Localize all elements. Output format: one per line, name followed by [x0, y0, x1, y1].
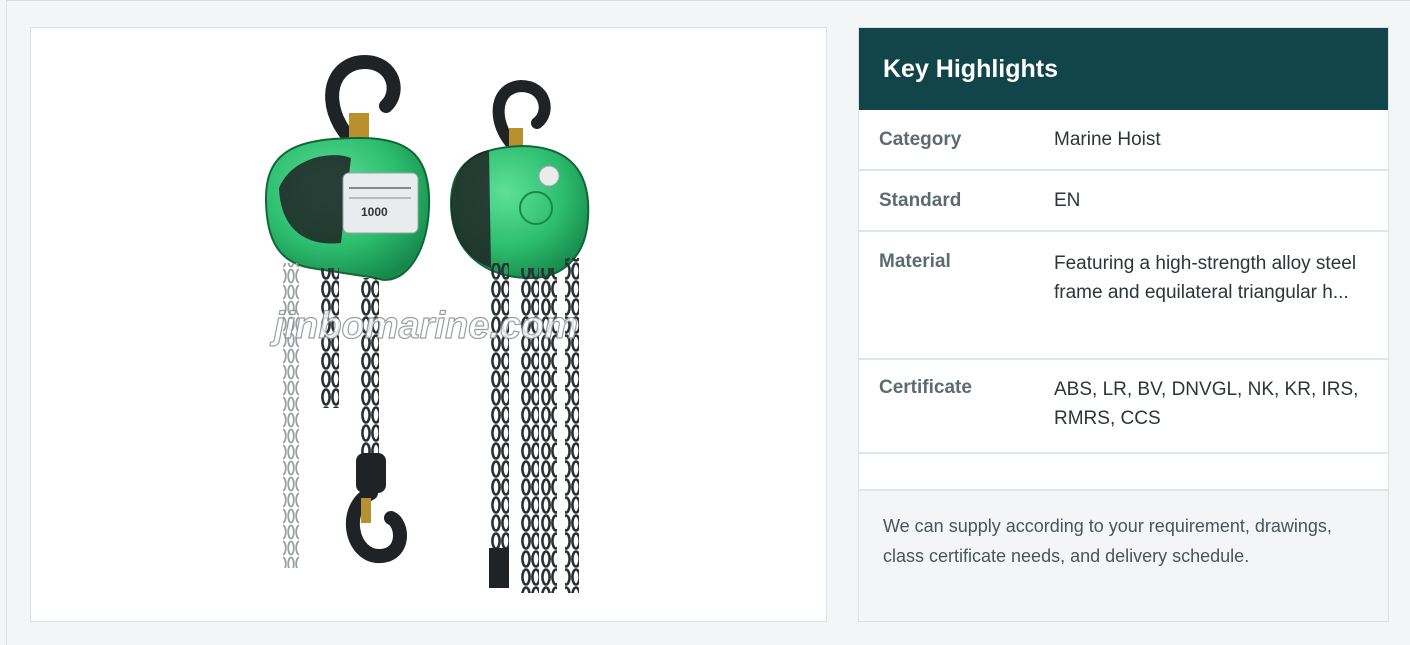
- highlight-row-certificate: Certificate ABS, LR, BV, DNVGL, NK, KR, …: [859, 360, 1388, 454]
- row-label: Certificate: [879, 377, 972, 398]
- chain-hoist-illustration: 1000 jinbomarine.com: [264, 55, 590, 593]
- row-label: Standard: [879, 189, 962, 211]
- highlight-row-category: Category Marine Hoist: [859, 110, 1388, 171]
- row-label: Material: [879, 251, 951, 272]
- row-value: Featuring a high-strength alloy steel fr…: [1054, 253, 1357, 303]
- highlight-row-standard: Standard EN: [859, 171, 1388, 232]
- row-value: EN: [1054, 190, 1081, 211]
- row-value: ABS, LR, BV, DNVGL, NK, KR, IRS, RMRS, C…: [1054, 379, 1359, 429]
- supply-note: We can supply according to your requirem…: [859, 491, 1388, 621]
- row-label: Category: [879, 128, 962, 150]
- highlight-row-empty: [859, 454, 1388, 491]
- product-image[interactable]: 1000 jinbomarine.com: [30, 27, 827, 622]
- svg-text:1000: 1000: [361, 205, 388, 219]
- row-value: Marine Hoist: [1054, 129, 1161, 150]
- key-highlights-panel: Key Highlights Category Marine Hoist Sta…: [858, 27, 1389, 622]
- highlight-row-material: Material Featuring a high-strength alloy…: [859, 232, 1388, 360]
- highlights-title: Key Highlights: [859, 28, 1388, 110]
- watermark: jinbomarine.com: [269, 305, 578, 347]
